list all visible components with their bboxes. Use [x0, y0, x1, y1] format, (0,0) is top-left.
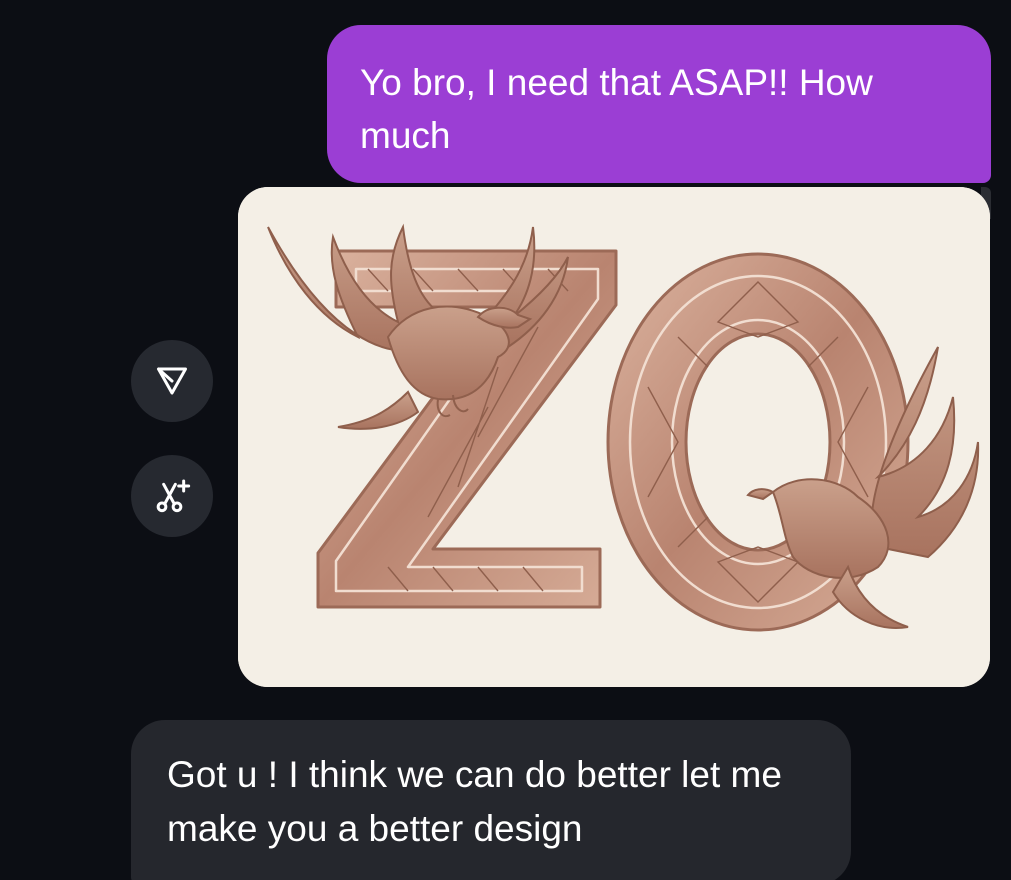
outgoing-message-text: Yo bro, I need that ASAP!! How much	[360, 62, 873, 156]
zo-logo-image	[238, 187, 990, 687]
incoming-message-text: Got u ! I think we can do better let me …	[167, 754, 782, 849]
outgoing-message-bubble[interactable]: Yo bro, I need that ASAP!! How much	[327, 25, 991, 183]
send-plane-icon	[157, 367, 187, 395]
scissors-sparkle-icon	[156, 479, 191, 513]
share-button[interactable]	[131, 340, 213, 422]
incoming-message-bubble[interactable]: Got u ! I think we can do better let me …	[131, 720, 851, 880]
remix-button[interactable]	[131, 455, 213, 537]
image-attachment[interactable]	[238, 187, 990, 687]
chat-screen: Yo bro, I need that ASAP!! How much Got …	[0, 0, 1011, 880]
